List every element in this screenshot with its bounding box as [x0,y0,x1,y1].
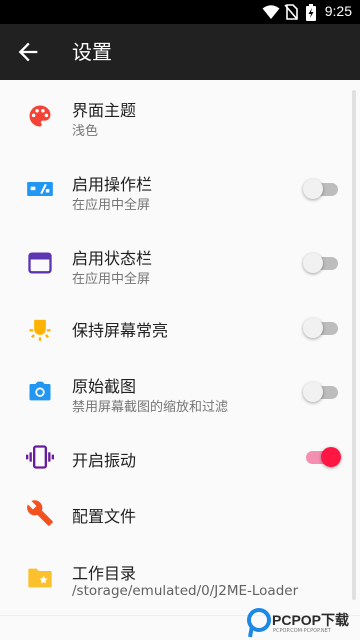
setting-keep-screen-on[interactable]: 保持屏幕常亮 [0,300,360,356]
setting-summary: 在应用中全屏 [72,198,151,213]
status-time: 9:25 [324,3,352,19]
setting-title: 启用状态栏 [72,249,153,268]
wrench-icon [27,500,53,526]
setting-summary: 禁用屏幕截图的缩放和过滤 [72,400,229,415]
raw-screenshot-toggle[interactable] [303,382,339,402]
setting-title: 原始截图 [72,377,137,396]
setting-profiles[interactable]: 配置文件 [0,484,360,540]
arrow-back-icon[interactable] [14,38,42,66]
setting-title: 开启振动 [72,451,137,470]
setting-summary: 浅色 [72,124,99,139]
watermark-logo-icon [247,608,271,638]
scrollbar[interactable] [352,90,356,600]
watermark-text: PCPOP下载 [272,612,350,628]
folder-star-icon [28,568,52,588]
setting-status-bar[interactable]: 启用状态栏 在应用中全屏 [0,226,360,300]
page-title: 设置 [72,40,112,64]
setting-vibration[interactable]: 开启振动 [0,428,360,484]
setting-title: 保持屏幕常亮 [72,321,169,340]
setting-theme[interactable]: 界面主题 浅色 [0,80,360,152]
setting-title: 配置文件 [72,507,137,526]
window-icon [28,252,52,274]
camera-icon [29,381,51,401]
watermark: PCPOP下载 PCPOP.COM·PCPOP.NET [244,604,360,640]
palette-icon [29,105,51,127]
status-bar: 9:25 [0,0,360,24]
status-bar-toggle[interactable] [303,253,339,273]
setting-title: 界面主题 [72,101,137,120]
app-bar: 设置 [0,24,360,80]
brightness-icon [29,319,51,341]
fullscreen-toggle-icon [27,182,53,196]
setting-title: 工作目录 [72,564,137,583]
keep-screen-on-toggle[interactable] [303,318,339,338]
setting-summary: 在应用中全屏 [72,272,151,287]
action-bar-toggle[interactable] [303,179,339,199]
settings-list: 界面主题 浅色 启用操作栏 在应用中全屏 启用状态栏 在应用中全屏 保持屏幕常亮… [0,80,360,615]
wifi-icon [262,5,280,19]
setting-summary: /storage/emulated/0/J2ME-Loader [72,583,299,599]
setting-action-bar[interactable]: 启用操作栏 在应用中全屏 [0,152,360,226]
vibration-toggle[interactable] [305,447,341,467]
setting-raw-screenshot[interactable]: 原始截图 禁用屏幕截图的缩放和过滤 [0,356,360,428]
watermark-subtext: PCPOP.COM·PCPOP.NET [273,628,331,634]
setting-title: 启用操作栏 [72,175,153,194]
battery-charging-icon [306,4,316,21]
vibration-icon [26,445,54,469]
no-sim-icon [284,4,298,20]
